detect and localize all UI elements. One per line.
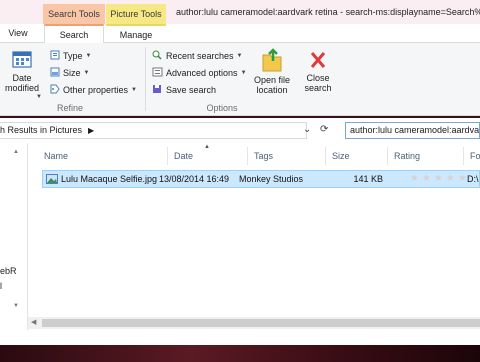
folder-icon [260, 47, 284, 75]
advanced-options-button[interactable]: Advanced options ▼ [152, 67, 247, 80]
horizontal-scrollbar[interactable]: ◀ [28, 317, 480, 329]
other-properties-label: Other properties [63, 85, 129, 95]
nav-item[interactable]: l [0, 281, 2, 291]
chevron-down-icon: ▼ [236, 53, 243, 59]
chevron-down-icon: ▼ [131, 87, 137, 93]
file-list: ▲ Name Date Tags Size Rating Fo Lulu Mac… [28, 143, 480, 330]
file-row[interactable]: Lulu Macaque Selfie.jpg 13/08/2014 16:49… [42, 170, 480, 188]
advanced-options-icon [152, 67, 163, 80]
search-input[interactable]: author:lulu cameramodel:aardvark [345, 122, 480, 139]
nav-item[interactable]: ebR [0, 266, 17, 276]
scrollbar-thumb[interactable] [42, 319, 480, 327]
history-dropdown-icon[interactable]: ⌄ [303, 124, 311, 135]
open-file-location-label: Open file location [253, 75, 291, 95]
chevron-right-icon[interactable]: ▶ [88, 123, 94, 138]
save-search-button[interactable]: Save search [152, 84, 216, 97]
size-label: Size [63, 68, 81, 78]
size-icon [50, 67, 60, 80]
type-label: Type [63, 51, 83, 61]
star-icon[interactable]: ★ [421, 174, 432, 184]
file-tags: Monkey Studios [239, 174, 304, 184]
nav-scroll-down-icon[interactable]: ▼ [12, 303, 20, 309]
star-icon[interactable]: ★ [409, 174, 420, 184]
file-name: Lulu Macaque Selfie.jpg [61, 174, 158, 184]
column-header-date[interactable]: Date [168, 147, 248, 165]
image-file-icon [46, 174, 58, 186]
address-bar: h Results in Pictures ▶ ⌄ ⟳ author:lulu … [0, 118, 480, 143]
type-button[interactable]: Type ▼ [50, 50, 91, 63]
date-modified-label: Date modified [4, 73, 40, 93]
star-icon[interactable]: ★ [445, 174, 456, 184]
options-group-label: Options [206, 103, 238, 113]
chevron-down-icon: ▼ [36, 94, 42, 100]
context-tab-search-tools: Search Tools [43, 4, 105, 24]
date-modified-button[interactable]: Date modified ▼ [0, 49, 44, 100]
other-properties-button[interactable]: Other properties ▼ [50, 84, 137, 97]
chevron-down-icon: ▼ [85, 53, 92, 59]
ribbon: Date modified ▼ Type ▼ Size ▼ Other prop… [0, 43, 480, 116]
column-header-tags[interactable]: Tags [248, 147, 326, 165]
window-title: author:lulu cameramodel:aardvark retina … [176, 7, 480, 17]
breadcrumb[interactable]: h Results in Pictures ▶ [0, 122, 307, 139]
tab-search[interactable]: Search [44, 24, 104, 44]
column-header-size[interactable]: Size [326, 147, 388, 165]
calendar-icon [11, 49, 33, 71]
star-icon[interactable]: ★ [433, 174, 444, 184]
size-button[interactable]: Size ▼ [50, 67, 89, 80]
recent-searches-icon [152, 50, 163, 63]
file-rating[interactable]: ★ ★ ★ ★ ★ [409, 174, 468, 184]
close-search-label: Close search [304, 73, 332, 93]
file-folder: D:\ [467, 174, 479, 184]
save-search-icon [152, 84, 163, 97]
chevron-down-icon: ▼ [240, 70, 247, 76]
breadcrumb-location: h Results in Pictures [0, 125, 83, 135]
type-icon [50, 50, 60, 63]
recent-searches-button[interactable]: Recent searches ▼ [152, 50, 243, 63]
title-bar: Search Tools Picture Tools author:lulu c… [0, 0, 480, 27]
file-date: 13/08/2014 16:49 [159, 174, 230, 184]
navigation-pane[interactable]: ▲ ebR l ▼ KB [0, 143, 28, 344]
tab-manage[interactable]: Manage [106, 24, 166, 43]
recent-searches-label: Recent searches [166, 51, 234, 61]
scroll-left-icon[interactable]: ◀ [31, 318, 36, 326]
chevron-down-icon: ▼ [83, 70, 90, 76]
close-icon [308, 49, 328, 73]
advanced-options-label: Advanced options [166, 68, 238, 78]
group-divider [145, 47, 146, 111]
open-file-location-button[interactable]: Open file location [249, 47, 295, 95]
desktop-background [0, 345, 480, 362]
nav-scroll-up-icon[interactable]: ▲ [12, 149, 20, 155]
refine-group-label: Refine [56, 103, 83, 113]
save-search-label: Save search [166, 85, 217, 95]
column-header-name[interactable]: Name [38, 147, 168, 165]
status-bar [0, 330, 480, 345]
refresh-icon[interactable]: ⟳ [320, 124, 328, 135]
column-header-folder[interactable]: Fo [464, 147, 480, 165]
context-tab-picture-tools: Picture Tools [106, 4, 166, 24]
tab-view[interactable]: View [0, 24, 36, 43]
file-size: 141 KB [353, 174, 383, 184]
column-header-rating[interactable]: Rating [388, 147, 464, 165]
ribbon-tab-row: View Search Manage [0, 24, 480, 44]
close-search-button[interactable]: Close search [300, 49, 336, 93]
tag-icon [50, 84, 60, 97]
